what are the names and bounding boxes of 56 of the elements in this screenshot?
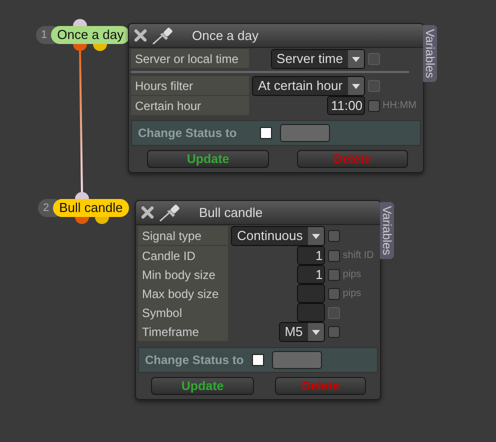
input-field[interactable]: 11:00 [326, 96, 365, 115]
status-checkbox[interactable] [252, 354, 264, 366]
unit-label: pips [342, 269, 362, 280]
dropdown[interactable]: Continuous [231, 226, 325, 246]
field-label: Signal type [138, 226, 228, 245]
checkbox[interactable] [328, 326, 340, 338]
dropdown[interactable]: M5 [278, 322, 325, 342]
checkbox[interactable] [328, 250, 340, 262]
field-label: Certain hour [131, 96, 249, 115]
status-label: Change Status to [144, 353, 244, 367]
status-checkbox[interactable] [260, 127, 272, 139]
output-port[interactable] [73, 44, 87, 51]
close-icon[interactable] [133, 28, 148, 43]
output-port[interactable] [75, 217, 89, 224]
dropdown[interactable]: Server time [270, 49, 365, 69]
output-port[interactable] [95, 217, 109, 224]
unit-label: pips [342, 288, 362, 299]
input-field[interactable]: 1 [296, 265, 325, 284]
status-field[interactable] [280, 124, 330, 142]
caret-icon [352, 56, 360, 62]
unit-label: shift ID [342, 250, 375, 261]
dropdown[interactable]: At certain hour [252, 76, 365, 96]
update-button[interactable]: Update [151, 377, 254, 395]
checkbox[interactable] [368, 100, 380, 112]
caret-icon [312, 234, 320, 238]
variables-tab[interactable]: Variables [423, 25, 437, 82]
field-label: Symbol [138, 303, 228, 322]
caret-icon [352, 84, 360, 88]
node-pill[interactable]: Bull candle [53, 199, 129, 217]
field-label: Server or local time [131, 49, 249, 68]
node-pill[interactable]: Once a day [51, 26, 130, 44]
update-button[interactable]: Update [147, 150, 269, 168]
field-label: Min body size [138, 265, 228, 284]
input-field[interactable] [296, 284, 325, 303]
input-port[interactable] [75, 192, 89, 199]
checkbox[interactable] [328, 230, 340, 242]
status-label: Change Status to [137, 126, 238, 140]
pin-icon[interactable] [159, 204, 181, 222]
unit-label: HH:MM [382, 100, 418, 111]
field-label: Hours filter [131, 76, 249, 95]
caret-icon [312, 330, 320, 334]
panel-title: Once a day [192, 28, 258, 43]
pin-icon[interactable] [152, 26, 174, 44]
variables-tab[interactable]: Variables [380, 202, 394, 260]
input-field[interactable]: 1 [296, 246, 325, 265]
status-field[interactable] [272, 351, 322, 369]
input-port[interactable] [73, 19, 87, 26]
input-field[interactable] [296, 303, 325, 322]
checkbox[interactable] [328, 268, 340, 280]
field-label: Candle ID [138, 246, 228, 265]
close-icon[interactable] [140, 205, 155, 220]
checkbox[interactable] [328, 288, 340, 300]
field-label: Max body size [138, 284, 228, 303]
panel-title: Bull candle [199, 205, 263, 220]
output-port[interactable] [93, 44, 107, 51]
field-label: Timeframe [138, 322, 228, 341]
